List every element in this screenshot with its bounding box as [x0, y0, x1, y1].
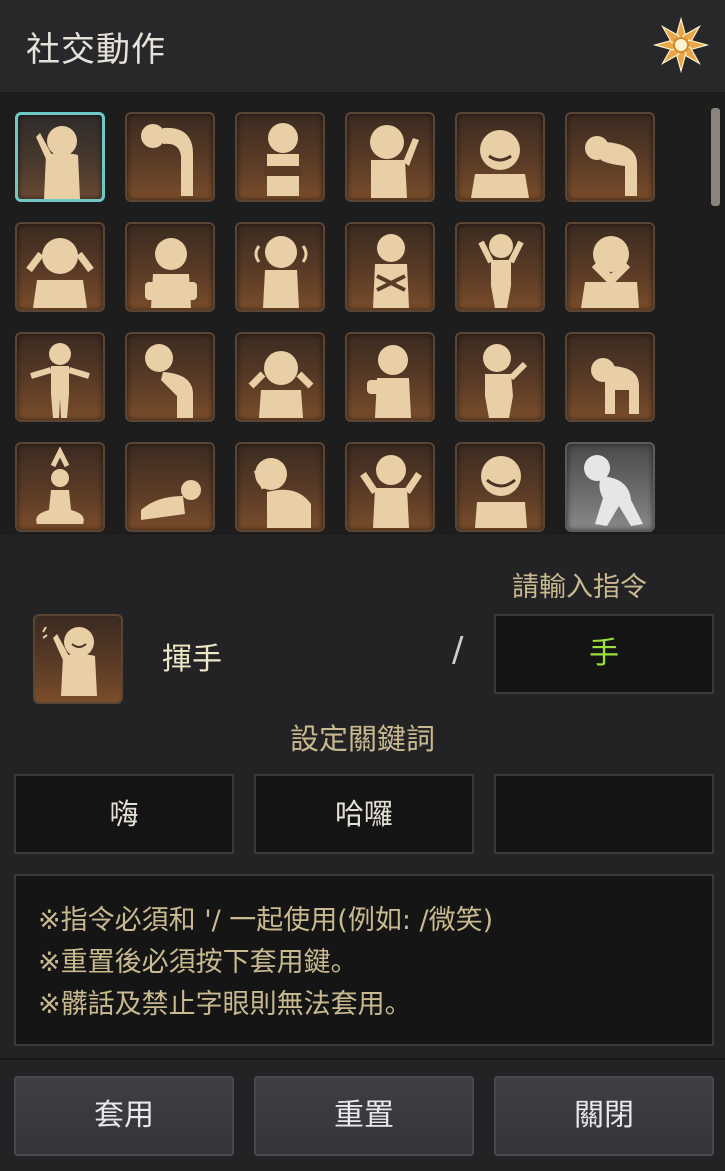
emote-tile[interactable]	[565, 332, 655, 422]
surprise-emote-icon	[145, 238, 197, 308]
lie-down-emote-icon	[141, 480, 201, 520]
command-label: 請輸入指令	[512, 572, 647, 603]
emote-tile[interactable]	[345, 332, 435, 422]
stand-emote-icon	[30, 343, 90, 418]
keyword-input-1[interactable]: 嗨	[14, 774, 234, 854]
meditate-emote-icon	[36, 446, 84, 524]
command-slash: /	[452, 630, 464, 670]
shocked-emote-icon	[248, 351, 314, 418]
command-input[interactable]: 手	[494, 614, 714, 694]
divider	[0, 1058, 725, 1060]
notice-line: ※重置後必須按下套用鍵。	[38, 947, 358, 978]
emote-tile[interactable]	[455, 222, 545, 312]
emote-name: 揮手	[162, 642, 222, 677]
emote-tile[interactable]	[235, 332, 325, 422]
emote-tile[interactable]	[565, 442, 655, 532]
keyword-input-2[interactable]: 哈囉	[254, 774, 474, 854]
emote-tile[interactable]	[235, 222, 325, 312]
emote-tile[interactable]	[455, 442, 545, 532]
point-emote-icon	[483, 344, 528, 418]
emote-tile[interactable]	[345, 442, 435, 532]
cheer-emote-icon	[360, 455, 422, 528]
emote-tile[interactable]	[125, 222, 215, 312]
emote-tile[interactable]	[345, 112, 435, 202]
emote-tile[interactable]	[15, 332, 105, 422]
cover-ears-emote-icon	[254, 236, 308, 308]
cover-face-emote-icon	[581, 236, 639, 308]
kneel-emote-icon	[591, 358, 639, 414]
notice-line: ※指令必須和 '/ 一起使用(例如: /微笑)	[38, 905, 494, 936]
keyword-label: 設定關鍵詞	[289, 722, 435, 756]
emote-tile[interactable]	[455, 332, 545, 422]
emote-tile[interactable]	[345, 222, 435, 312]
scrollbar-thumb[interactable]	[711, 108, 720, 206]
facepalm-emote-icon	[253, 458, 311, 528]
emote-tile[interactable]	[235, 112, 325, 202]
despair-emote-icon	[26, 238, 94, 308]
title-bar: 社交動作	[0, 0, 725, 93]
emote-tile[interactable]	[15, 112, 105, 202]
bow-emote-icon	[141, 124, 193, 196]
deep-bow-emote-icon	[145, 344, 193, 418]
emote-tile[interactable]	[15, 442, 105, 532]
emote-tile[interactable]	[125, 332, 215, 422]
fold-arms-emote-icon	[263, 123, 303, 196]
notice-box: ※指令必須和 '/ 一起使用(例如: /微笑) ※重置後必須按下套用鍵。 ※髒話…	[14, 874, 714, 1046]
notice-line: ※髒話及禁止字眼則無法套用。	[38, 989, 412, 1020]
emote-tile[interactable]	[15, 222, 105, 312]
window-title: 社交動作	[26, 30, 166, 70]
cry-emote-icon	[585, 136, 637, 196]
shiver-emote-icon	[373, 234, 409, 308]
reset-button[interactable]: 重置	[254, 1076, 474, 1156]
apply-button[interactable]: 套用	[14, 1076, 234, 1156]
emote-tile[interactable]	[125, 442, 215, 532]
emote-tile[interactable]	[565, 112, 655, 202]
crouch-emote-icon	[584, 455, 643, 526]
emote-tile[interactable]	[125, 112, 215, 202]
emote-tile[interactable]	[565, 222, 655, 312]
emote-tile[interactable]	[455, 112, 545, 202]
keyword-input-3[interactable]	[494, 774, 714, 854]
frustrated-emote-icon	[478, 234, 524, 308]
thumbs-up-emote-icon	[367, 345, 411, 418]
flower-emblem-icon[interactable]	[650, 14, 712, 76]
wave-emote-icon	[36, 126, 80, 199]
close-button[interactable]: 關閉	[494, 1076, 714, 1156]
wave-emote-icon	[42, 626, 97, 696]
head-scratch-emote-icon	[370, 125, 419, 198]
laugh-emote-icon	[475, 456, 527, 528]
angry-emote-icon	[471, 130, 529, 198]
selected-emote-preview	[33, 614, 123, 704]
emote-tile[interactable]	[235, 442, 325, 532]
